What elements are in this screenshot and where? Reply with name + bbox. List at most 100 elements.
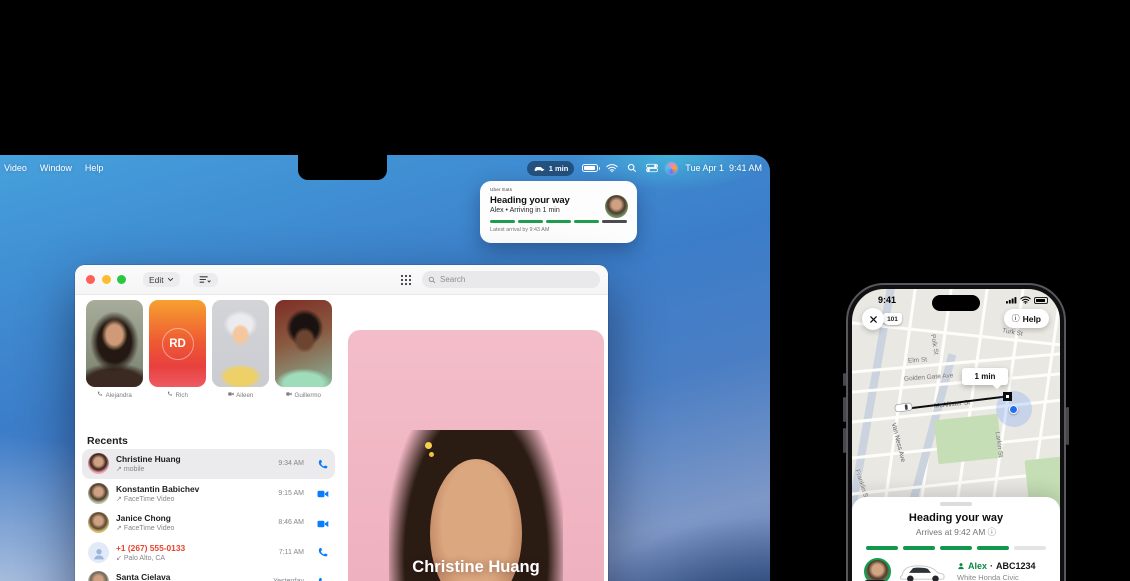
audio-call-button[interactable] [317, 576, 329, 581]
contact-name: Konstantin Babichev [116, 484, 199, 494]
spotlight-search-icon[interactable] [626, 163, 638, 173]
destination-marker [1003, 392, 1012, 401]
vehicle-description: White Honda Civic [957, 573, 1036, 581]
driver-person-icon [957, 562, 965, 570]
menu-help[interactable]: Help [85, 163, 104, 173]
siri-icon[interactable] [666, 163, 677, 174]
contact-name: Christine Huang [116, 454, 181, 464]
status-bar-icons [1006, 296, 1048, 304]
audio-call-button[interactable] [317, 546, 329, 558]
menu-bar-status: 1 min Tue Apr 1 9:41 AM [527, 161, 762, 176]
sheet-arrival-text: Arrives at 9:42 AM ⓘ [852, 526, 1060, 538]
favorite-caption: Alejandra [86, 391, 143, 399]
ride-live-activity-pill[interactable]: 1 min [527, 161, 575, 176]
dynamic-island [932, 295, 980, 311]
call-time: 8:46 AM [278, 519, 304, 526]
zoom-window-button[interactable] [117, 275, 126, 284]
call-direction-icon: ↗ [116, 525, 122, 532]
street-label-polk: Polk St [929, 334, 939, 355]
driver-details: Alex · ABC1234 White Honda Civic [957, 561, 1036, 581]
favorite-contact[interactable]: Guillermo [275, 300, 332, 399]
recent-call-row[interactable]: Konstantin Babichev ↗ FaceTime Video 9:1… [82, 479, 335, 509]
edit-button[interactable]: Edit [143, 272, 180, 287]
favorites-row: Alejandra RD Rich Aileen Guillermo [86, 300, 332, 399]
recent-call-info: Konstantin Babichev ↗ FaceTime Video [116, 484, 199, 503]
info-icon: ⓘ [1012, 313, 1020, 324]
favorite-contact[interactable]: Alejandra [86, 300, 143, 399]
eta-tooltip: 1 min [962, 368, 1008, 385]
contact-avatar [88, 571, 109, 581]
video-call-button[interactable] [317, 487, 329, 499]
edit-button-label: Edit [149, 275, 164, 285]
audio-call-button[interactable] [317, 458, 329, 470]
call-direction-icon: ↗ [116, 496, 122, 503]
favorite-photo [275, 300, 332, 387]
driver-name: Alex [968, 561, 987, 571]
favorite-photo [212, 300, 269, 387]
contact-name: Janice Chong [116, 513, 174, 523]
info-icon[interactable]: ⓘ [988, 527, 997, 537]
driver-row[interactable]: 95% Alex · ABC1234 [852, 558, 1060, 581]
call-time: 9:15 AM [278, 490, 304, 497]
volume-down-button[interactable] [843, 428, 846, 453]
call-detail: ↗ FaceTime Video [116, 524, 174, 532]
battery-icon[interactable] [582, 164, 598, 172]
progress-segment [518, 220, 543, 223]
call-detail: ↗ mobile [116, 465, 181, 473]
favorite-contact[interactable]: RD Rich [149, 300, 206, 399]
recent-call-row[interactable]: Janice Chong ↗ FaceTime Video 8:46 AM [82, 508, 335, 538]
route-101-shield: 101 [883, 313, 902, 325]
close-map-button[interactable] [862, 308, 884, 330]
favorite-caption: Guillermo [275, 391, 332, 399]
remote-video-tile[interactable]: Christine Huang [348, 330, 604, 581]
recent-call-row[interactable]: Christine Huang ↗ mobile 9:34 AM [82, 449, 335, 479]
hair-flower-art [425, 442, 432, 449]
phone-icon [97, 391, 103, 399]
facetime-title-bar: Edit Search [75, 265, 608, 295]
sheet-drag-handle[interactable] [940, 502, 972, 506]
volume-up-button[interactable] [843, 397, 846, 422]
menu-window[interactable]: Window [40, 163, 72, 173]
notification-footer: Latest arrival by 9:43 AM [490, 227, 627, 233]
wifi-icon [1020, 296, 1031, 304]
vehicle-image [895, 559, 949, 581]
street-line [852, 370, 1060, 395]
uber-live-activity-notification[interactable]: Uber Eats Heading your way Alex • Arrivi… [480, 181, 637, 243]
video-call-button[interactable] [317, 517, 329, 529]
driver-avatar: 95% [864, 558, 891, 581]
wifi-icon[interactable] [606, 163, 618, 173]
favorite-photo [86, 300, 143, 387]
street-label-turk: Turk St [1002, 327, 1024, 337]
filter-list-icon [199, 275, 212, 284]
facetime-window: Edit Search Alejandra RD [75, 265, 608, 581]
window-controls [86, 275, 126, 284]
menu-bar-clock[interactable]: Tue Apr 1 9:41 AM [685, 163, 762, 173]
action-button[interactable] [843, 373, 846, 386]
dialpad-button[interactable] [400, 274, 412, 286]
filter-button[interactable] [193, 273, 218, 287]
recents-list: Christine Huang ↗ mobile 9:34 AM Konstan… [82, 449, 335, 581]
favorite-name: Rich [176, 392, 188, 399]
search-input[interactable]: Search [422, 271, 600, 288]
close-window-button[interactable] [86, 275, 95, 284]
caller-name-label: Christine Huang [348, 558, 604, 577]
driver-avatar [605, 195, 628, 218]
battery-icon [1034, 297, 1048, 304]
recent-call-row[interactable]: +1 (267) 555-0133 ↙ Palo Alto, CA 7:11 A… [82, 538, 335, 568]
help-button[interactable]: ⓘ Help [1004, 309, 1049, 328]
recent-call-info: Santa Cielava ↙ mobile [116, 572, 170, 581]
trip-progress-bar [866, 546, 1046, 550]
phone-icon [167, 391, 173, 399]
call-time: 9:34 AM [278, 460, 304, 467]
progress-segment [903, 546, 935, 550]
favorite-contact[interactable]: Aileen [212, 300, 269, 399]
favorite-name: Alejandra [106, 392, 132, 399]
power-button[interactable] [1066, 407, 1069, 445]
control-center-icon[interactable] [646, 163, 658, 173]
menu-video[interactable]: Video [4, 163, 27, 173]
eta-tooltip-label: 1 min [975, 372, 996, 381]
minimize-window-button[interactable] [102, 275, 111, 284]
call-detail: ↙ Palo Alto, CA [116, 554, 185, 562]
iphone-screen: Polk St Turk St Elm St Golden Gate Ave M… [852, 289, 1060, 581]
recent-call-row[interactable]: Santa Cielava ↙ mobile Yesterday [82, 567, 335, 581]
